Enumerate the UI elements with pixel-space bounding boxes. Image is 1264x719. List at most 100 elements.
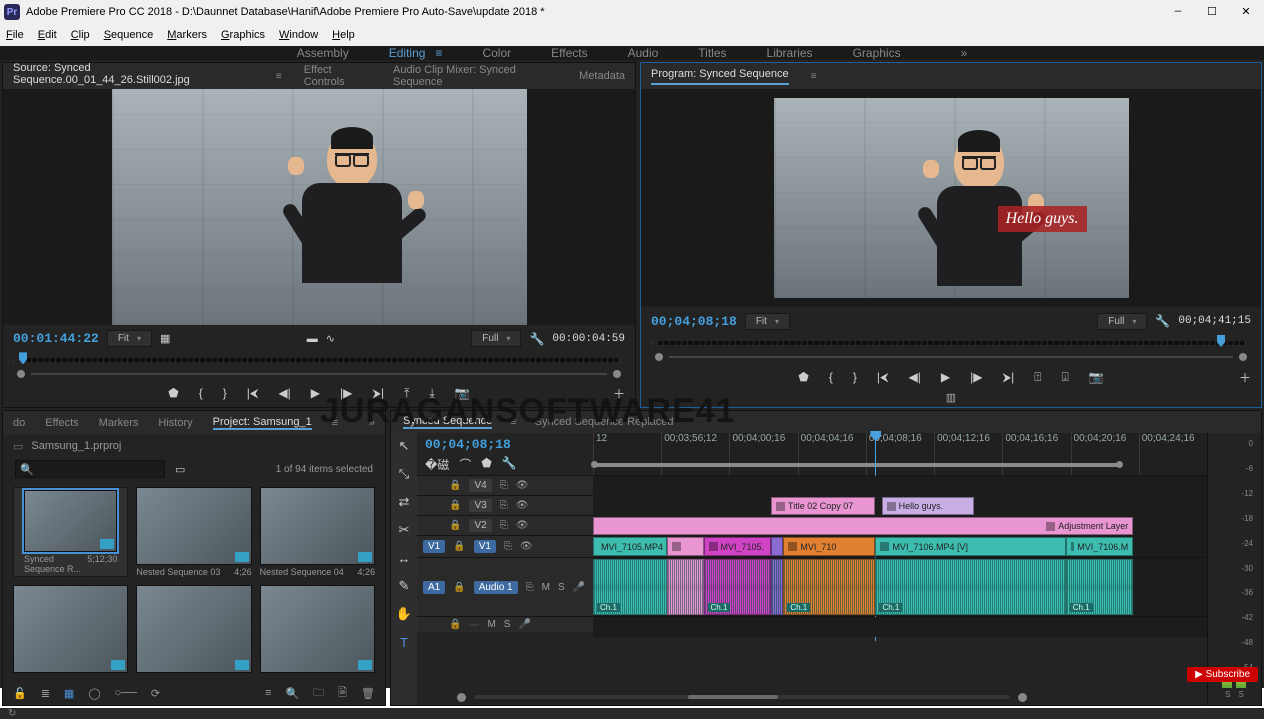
sync-lock-icon[interactable]: ⎘ (500, 480, 508, 491)
p-step-back-icon[interactable]: ◀| (909, 370, 921, 384)
source-viewport[interactable] (3, 89, 635, 325)
track-target[interactable]: V4 (469, 479, 491, 492)
project-overflow-icon[interactable]: » (369, 417, 375, 429)
source-zoom-select[interactable]: Fit▾ (107, 330, 152, 347)
program-settings-icon[interactable]: 🔧 (1155, 314, 1170, 328)
tab-project[interactable]: Project: Samsung_1 (213, 416, 312, 430)
lock-icon[interactable]: 🔒 (453, 582, 465, 593)
export-frame-icon[interactable]: 📷 (455, 386, 470, 400)
ws-color[interactable]: Color (482, 46, 511, 60)
tl-tab-active[interactable]: Synced Sequence (403, 415, 492, 429)
program-ruler[interactable] (651, 335, 1251, 351)
fx-badge-icon[interactable] (1071, 542, 1075, 551)
fx-badge-icon[interactable] (887, 502, 896, 511)
source-patch[interactable]: V1 (423, 540, 445, 553)
audio-clip[interactable]: Ch.1 (783, 559, 875, 615)
step-back-icon[interactable]: ◀| (278, 386, 290, 400)
ripple-tool-icon[interactable]: ⇄ (395, 493, 413, 511)
p-export-frame-icon[interactable]: 📷 (1089, 370, 1104, 384)
menu-clip[interactable]: Clip (71, 29, 90, 41)
button-editor-icon[interactable]: ＋ (613, 385, 625, 402)
project-bins[interactable]: Synced Sequence R...5;12;30Nested Sequen… (3, 481, 385, 681)
menu-help[interactable]: Help (332, 29, 355, 41)
sync-lock-icon[interactable]: ⎘ (500, 520, 508, 531)
tl-tab-2[interactable]: Synced Sequence Replaced (535, 416, 674, 428)
video-clip[interactable] (771, 537, 783, 556)
source-ruler[interactable] (13, 352, 625, 368)
video-clip[interactable]: Hello guys. (882, 497, 974, 515)
audio-clip[interactable]: Ch.1 (1066, 559, 1134, 615)
project-search[interactable]: 🔍 (15, 460, 165, 478)
tab-source-menu-icon[interactable]: ≡ (276, 71, 282, 82)
tab-metadata[interactable]: Metadata (579, 70, 625, 82)
razor-tool-icon[interactable]: ✂ (395, 521, 413, 539)
source-settings-icon[interactable]: 🔧 (529, 332, 544, 346)
insert-icon[interactable]: ⤒ (404, 386, 409, 401)
tab-source[interactable]: Source: Synced Sequence.00_01_44_26.Stil… (13, 62, 254, 91)
hand-tool-icon[interactable]: ✋ (395, 605, 413, 623)
voice-icon[interactable]: 🎤 (573, 582, 585, 593)
type-tool-icon[interactable]: T (395, 633, 413, 651)
minimize-button[interactable]: — (1164, 2, 1192, 22)
video-clip[interactable]: MVI_710 (783, 537, 875, 556)
audio-clip[interactable]: Ch.1 (875, 559, 1065, 615)
icon-view-icon[interactable]: ▦ (64, 687, 74, 700)
p-mark-out-icon[interactable]: } (853, 370, 857, 384)
source-patch[interactable]: A1 (423, 581, 445, 594)
timeline-tracks[interactable]: 🔒V4⎘👁🔒V3⎘👁Title 02 Copy 07Hello guys.🔒V2… (417, 475, 1207, 689)
project-clip[interactable] (260, 585, 375, 675)
menu-file[interactable]: File (6, 29, 24, 41)
new-bin-icon[interactable]: 🗀 (313, 684, 324, 703)
rw-toggle-icon[interactable]: 🔓 (13, 687, 27, 700)
p-step-fwd-icon[interactable]: |▶ (970, 370, 982, 384)
fx-badge-icon[interactable] (1046, 522, 1055, 531)
work-area-bar[interactable] (593, 463, 1121, 467)
sort-icon[interactable]: ⟳ (151, 687, 160, 700)
new-item-icon[interactable]: 🗎 (338, 684, 347, 703)
sync-lock-icon[interactable]: ⎘ (526, 582, 534, 593)
play-icon[interactable]: ▶ (311, 386, 320, 400)
project-tab-menu-icon[interactable]: ≡ (332, 417, 338, 429)
go-to-in-icon[interactable]: |⮜ (247, 386, 259, 401)
slip-tool-icon[interactable]: ↔ (395, 549, 413, 567)
program-viewport[interactable]: Hello guys. (641, 89, 1261, 307)
track-target[interactable]: Audio 1 (474, 581, 518, 594)
fx-badge-icon[interactable] (776, 502, 785, 511)
drag-audio-icon[interactable]: ∿ (326, 332, 335, 345)
menu-window[interactable]: Window (279, 29, 318, 41)
tl-settings-icon[interactable]: 🔧 (502, 456, 517, 473)
fx-badge-icon[interactable] (672, 542, 681, 551)
meter-solo-r[interactable]: S (1239, 690, 1244, 699)
ws-editing-menu-icon[interactable]: ≡ (435, 46, 442, 60)
drag-video-icon[interactable]: ▬ (307, 333, 318, 345)
p-mark-in-icon[interactable]: { (829, 370, 833, 384)
meter-solo-l[interactable]: S (1225, 690, 1230, 699)
project-clip[interactable]: Nested Sequence 044;26 (260, 487, 375, 577)
lock-icon[interactable]: 🔒 (449, 500, 461, 511)
sync-lock-icon[interactable]: ⎘ (500, 500, 508, 511)
source-zoom-left-handle[interactable] (17, 370, 25, 378)
lock-icon[interactable]: 🔒 (449, 520, 461, 531)
ws-libraries[interactable]: Libraries (767, 46, 813, 60)
fx-badge-icon[interactable] (880, 542, 889, 551)
video-clip[interactable]: Adjustment Layer (593, 517, 1133, 535)
pen-tool-icon[interactable]: ✎ (395, 577, 413, 595)
sync-icon[interactable]: ↻ (8, 708, 16, 719)
tab-effect-controls[interactable]: Effect Controls (304, 64, 371, 88)
tab-audio-clip-mixer[interactable]: Audio Clip Mixer: Synced Sequence (393, 64, 557, 88)
find-icon[interactable]: 🔍 (285, 687, 299, 700)
maximize-button[interactable]: ☐ (1198, 2, 1226, 22)
delete-icon[interactable]: 🗑 (361, 687, 375, 700)
video-clip[interactable]: MVI_7105. (704, 537, 772, 556)
ws-titles[interactable]: Titles (698, 46, 726, 60)
ws-assembly[interactable]: Assembly (297, 46, 349, 60)
lock-icon[interactable]: 🔒 (449, 480, 461, 491)
p-extract-icon[interactable]: ⍗ (1061, 370, 1068, 385)
toggle-output-icon[interactable]: 👁 (520, 541, 533, 552)
add-marker-tl-icon[interactable]: ⬟ (481, 456, 491, 473)
program-timecode-in[interactable]: 00;04;08;18 (651, 314, 737, 329)
fx-badge-icon[interactable] (788, 542, 797, 551)
track-select-tool-icon[interactable]: ⤡ (395, 465, 413, 483)
tab-markers[interactable]: Markers (99, 417, 139, 429)
close-button[interactable]: ✕ (1232, 2, 1260, 22)
